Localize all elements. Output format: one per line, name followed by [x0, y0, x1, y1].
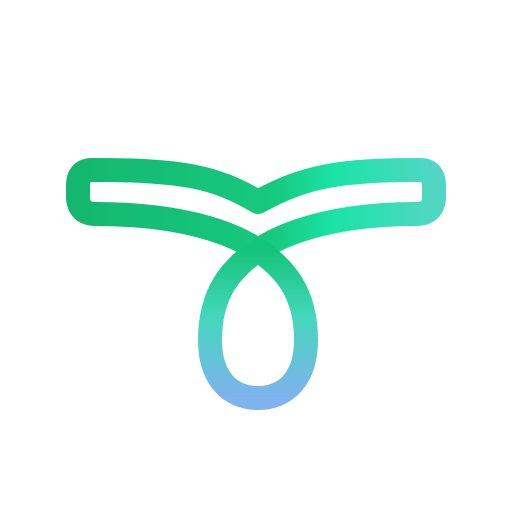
stylized-t-loop-logo-icon — [66, 158, 446, 410]
top-wing-shape — [66, 158, 446, 262]
lower-loop-shape — [198, 238, 318, 410]
app-icon-canvas — [0, 0, 512, 512]
